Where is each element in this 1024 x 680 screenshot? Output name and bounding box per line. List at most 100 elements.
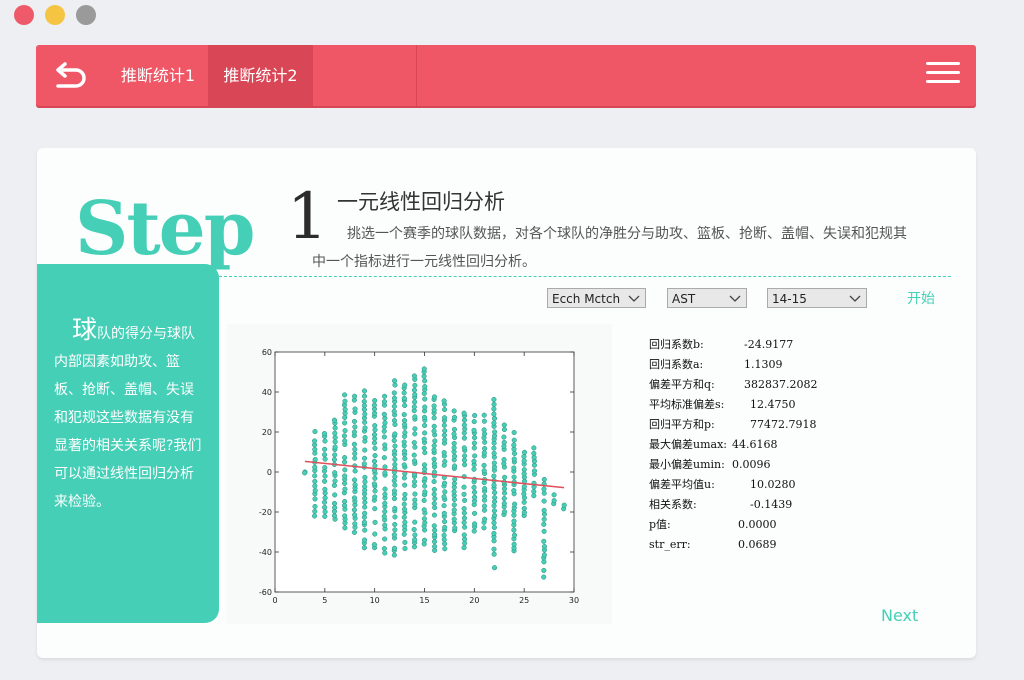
scatter-point: [392, 527, 398, 533]
scatter-point: [502, 474, 508, 480]
scatter-point: [412, 382, 418, 388]
scatter-point: [372, 453, 378, 459]
scatter-point: [352, 424, 358, 430]
scatter-point: [442, 406, 448, 413]
scatter-point: [421, 537, 428, 543]
scatter-point: [362, 411, 368, 417]
tab-inference-stats-1[interactable]: 推断统计1: [108, 45, 208, 106]
scatter-point: [331, 417, 338, 423]
scatter-point: [461, 484, 467, 490]
scatter-point: [472, 510, 478, 516]
scatter-point: [491, 450, 497, 456]
scatter-point: [452, 525, 458, 531]
scatter-point: [441, 415, 448, 421]
scatter-point: [511, 442, 517, 448]
scatter-point: [322, 504, 328, 510]
scatter-point: [472, 435, 478, 441]
scatter-point: [531, 488, 537, 494]
scatter-point: [361, 398, 367, 405]
stat-value: -0.1439: [750, 498, 793, 511]
scatter-point: [332, 444, 338, 450]
scatter-point: [352, 482, 358, 488]
scatter-point: [411, 404, 417, 410]
scatter-point: [492, 429, 498, 435]
scatter-point: [372, 531, 378, 537]
scatter-point: [481, 525, 487, 531]
top-nav-bar: 推断统计1 推断统计2: [36, 45, 976, 106]
scatter-point: [491, 520, 497, 526]
scatter-point: [372, 445, 378, 451]
scatter-point: [481, 503, 488, 509]
scatter-point: [402, 455, 408, 462]
scatter-point: [412, 491, 418, 497]
x-tick-label: 10: [370, 596, 380, 605]
x-tick-label: 20: [469, 596, 479, 605]
scatter-point: [321, 431, 328, 437]
minimize-window-icon[interactable]: [45, 5, 65, 25]
start-button[interactable]: 开始: [907, 288, 935, 308]
scatter-point: [391, 496, 398, 502]
scatter-point: [391, 438, 397, 444]
stat-label: 相关系数:: [649, 498, 697, 511]
scatter-point: [441, 503, 447, 509]
scatter-point: [491, 551, 497, 557]
season-select[interactable]: 14-15: [767, 288, 867, 308]
stat-row: p值: 0.0000: [649, 515, 899, 535]
maximize-window-icon[interactable]: [76, 5, 96, 25]
scatter-point: [491, 396, 497, 403]
scatter-point: [401, 439, 407, 445]
scatter-point: [392, 456, 398, 462]
side-body-text: 队的得分与球队内部因素如助攻、篮板、抢断、盖帽、失误和犯规这些数据有没有显著的相…: [54, 326, 202, 510]
scatter-point: [342, 525, 348, 531]
scatter-point: [541, 516, 547, 522]
scatter-point: [492, 490, 498, 496]
scatter-point: [352, 512, 358, 518]
scatter-point: [521, 467, 527, 473]
match-select[interactable]: Ecch Mctch: [547, 288, 646, 308]
next-button[interactable]: Next: [881, 606, 918, 625]
scatter-point: [432, 438, 438, 444]
scatter-point: [332, 439, 338, 445]
scatter-point: [422, 430, 428, 436]
scatter-point: [352, 393, 358, 399]
scatter-point: [352, 521, 358, 527]
scatter-point: [421, 507, 427, 513]
scatter-point: [401, 506, 408, 512]
scatter-point: [501, 500, 507, 507]
hamburger-menu-icon[interactable]: [926, 62, 960, 90]
scatter-point: [441, 537, 447, 543]
back-button[interactable]: [36, 45, 108, 106]
scatter-point: [382, 470, 388, 476]
scatter-point: [511, 437, 517, 443]
scatter-point: [402, 491, 408, 498]
scatter-point: [412, 519, 418, 525]
scatter-point: [372, 488, 378, 494]
scatter-point: [352, 406, 358, 412]
tab-inference-stats-2[interactable]: 推断统计2: [208, 45, 313, 106]
scatter-point: [382, 486, 388, 492]
y-tick-label: 20: [262, 428, 272, 437]
scatter-point: [382, 420, 388, 426]
scatter-point: [461, 435, 467, 441]
close-window-icon[interactable]: [14, 5, 34, 25]
scatter-point: [331, 482, 337, 488]
scatter-point: [461, 422, 467, 428]
x-tick-label: 15: [419, 596, 429, 605]
scatter-point: [392, 448, 398, 454]
stat-row: 偏差平均值u: 10.0280: [649, 475, 899, 495]
scatter-point: [431, 443, 437, 449]
scatter-point: [461, 519, 467, 526]
scatter-point: [442, 489, 448, 495]
scatter-point: [392, 378, 398, 384]
scatter-point: [352, 455, 358, 461]
stat-value: 12.4750: [750, 398, 796, 411]
stat-select[interactable]: AST: [667, 288, 747, 308]
scatter-point: [412, 501, 418, 507]
scatter-point: [372, 397, 378, 404]
scatter-point: [332, 470, 338, 476]
scatter-point: [371, 402, 377, 408]
scatter-point: [422, 384, 428, 390]
stat-value: 77472.7918: [750, 418, 817, 431]
scatter-point: [431, 539, 438, 545]
scatter-point: [541, 521, 547, 527]
